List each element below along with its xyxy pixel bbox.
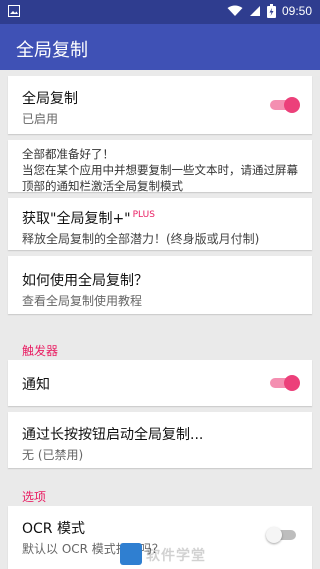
notification-switch[interactable] xyxy=(270,375,300,391)
settings-list: 全局复制 已启用 全部都准备好了！ 当您在某个应用中并想要复制一些文本时，请通过… xyxy=(0,70,320,569)
item-subtitle: 查看全局复制使用教程 xyxy=(22,294,143,308)
signal-icon xyxy=(249,6,260,16)
ocr-mode-item[interactable]: OCR 模式 默认以 OCR 模式打开吗？ 软件学堂 xyxy=(8,506,312,569)
plus-title: 获取"全局复制+" xyxy=(22,211,131,227)
long-press-trigger-item[interactable]: 通过长按按钮启动全局复制... 无 (已禁用) xyxy=(8,412,312,468)
notification-trigger-item[interactable]: 通知 xyxy=(8,360,312,406)
info-card: 全部都准备好了！ 当您在某个应用中并想要复制一些文本时，请通过屏幕顶部的通知栏激… xyxy=(8,140,312,193)
how-to-item[interactable]: 如何使用全局复制？ 查看全局复制使用教程 xyxy=(8,256,312,314)
plus-badge: PLUS xyxy=(132,210,155,221)
item-title: 通过长按按钮启动全局复制... xyxy=(22,427,204,443)
status-bar: 09:50 xyxy=(0,0,320,24)
item-title: OCR 模式 xyxy=(22,521,85,537)
global-copy-toggle-item[interactable]: 全局复制 已启用 xyxy=(8,76,312,134)
status-time: 09:50 xyxy=(281,4,312,18)
item-title: 全局复制 xyxy=(22,91,78,107)
item-subtitle: 已启用 xyxy=(22,112,59,126)
switch-thumb xyxy=(284,97,300,113)
item-title: 如何使用全局复制？ xyxy=(22,273,148,289)
watermark-logo-icon xyxy=(120,543,142,565)
watermark-text: 软件学堂 xyxy=(146,548,206,564)
item-title: 获取"全局复制+" PLUS xyxy=(22,208,155,228)
app-bar: 全局复制 xyxy=(0,24,320,70)
switch-thumb xyxy=(266,527,282,543)
info-message: 全部都准备好了！ 当您在某个应用中并想要复制一些文本时，请通过屏幕顶部的通知栏激… xyxy=(22,147,298,193)
switch-thumb xyxy=(284,375,300,391)
section-header-options: 选项 xyxy=(22,490,47,504)
battery-icon xyxy=(266,4,276,18)
item-subtitle: 释放全局复制的全部潜力！(终身版或月付制) xyxy=(22,232,260,246)
item-subtitle: 无 (已禁用) xyxy=(22,448,84,462)
watermark: 软件学堂 xyxy=(120,543,240,565)
get-plus-item[interactable]: 获取"全局复制+" PLUS 释放全局复制的全部潜力！(终身版或月付制) xyxy=(8,198,312,250)
image-icon xyxy=(8,5,20,17)
wifi-icon xyxy=(227,5,243,16)
ocr-switch[interactable] xyxy=(266,527,296,543)
item-title: 通知 xyxy=(22,377,50,393)
section-header-trigger: 触发器 xyxy=(22,344,59,358)
global-copy-switch[interactable] xyxy=(270,97,300,113)
page-title: 全局复制 xyxy=(16,40,88,61)
